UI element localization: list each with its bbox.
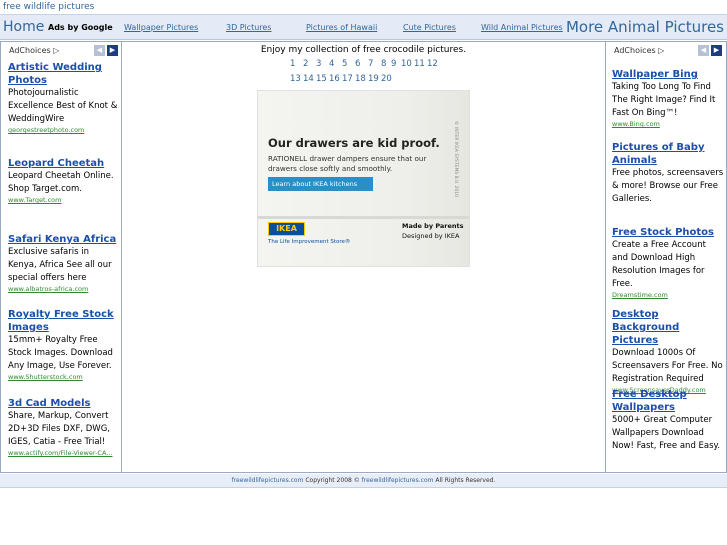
page-link[interactable]: 10 (401, 59, 412, 69)
ad-title-link[interactable]: Pictures of Baby Animals (612, 141, 724, 167)
chevron-right-icon[interactable]: ▶ (711, 45, 722, 56)
ad-title-link[interactable]: Wallpaper Bing (612, 68, 724, 81)
ikea-banner-ad[interactable]: Our drawers are kid proof. RATIONELL dra… (257, 90, 470, 267)
footer-rights: All Rights Reserved. (433, 477, 496, 484)
chevron-left-icon[interactable]: ◀ (698, 45, 709, 56)
main-content: Enjoy my collection of free crocodile pi… (122, 41, 605, 473)
page-link[interactable]: 19 (368, 74, 379, 84)
ad-url-link[interactable]: www.Target.com (8, 196, 120, 205)
ad-title-link[interactable]: Desktop Background Pictures (612, 308, 724, 347)
ad-url-link[interactable]: georgestreetphoto.com (8, 126, 120, 135)
banner-cta-button[interactable]: Learn about IKEA kitchens (268, 177, 373, 191)
ad-unit: Wallpaper Bing Taking Too Long To Find T… (612, 68, 724, 129)
ad-description: 15mm+ Royalty Free Stock Images. Downloa… (8, 335, 113, 371)
ad-description: 5000+ Great Computer Wallpapers Download… (612, 415, 721, 451)
ad-title-link[interactable]: Artistic Wedding Photos (8, 61, 120, 87)
ad-description: Create a Free Account and Download High … (612, 240, 706, 289)
chevron-left-icon[interactable]: ◀ (94, 45, 105, 56)
banner-copyright-note: © INTER IKEA SYSTEMS B.V. 2010 (453, 121, 458, 197)
page-link[interactable]: 14 (303, 74, 314, 84)
nav-link-cute-pictures[interactable]: Cute Pictures (403, 23, 456, 32)
ad-unit: Pictures of Baby Animals Free photos, sc… (612, 141, 724, 206)
ad-unit: Desktop Background Pictures Download 100… (612, 308, 724, 395)
right-ad-column: AdChoices ▷ ◀ ▶ Wallpaper Bing Taking To… (605, 41, 727, 473)
page-link[interactable]: 12 (427, 59, 438, 69)
ad-unit: Free Stock Photos Create a Free Account … (612, 226, 724, 300)
ad-description: Free photos, screensavers & more! Browse… (612, 168, 724, 204)
nav-link-wild-animal-pictures[interactable]: Wild Animal Pictures (481, 23, 563, 32)
left-ad-column: AdChoices ▷ ◀ ▶ Artistic Wedding Photos … (0, 41, 122, 473)
page-link[interactable]: 9 (391, 59, 396, 69)
page-link[interactable]: 16 (329, 74, 340, 84)
ad-title-link[interactable]: Safari Kenya Africa (8, 233, 120, 246)
banner-divider (258, 216, 469, 219)
page-link[interactable]: 7 (368, 59, 373, 69)
ad-description: Taking Too Long To Find The Right Image?… (612, 82, 716, 118)
chevron-right-icon[interactable]: ▶ (107, 45, 118, 56)
ad-title-link[interactable]: Free Desktop Wallpapers (612, 388, 724, 414)
ad-unit: Artistic Wedding Photos Photojournalisti… (8, 61, 120, 135)
page-link[interactable]: 8 (381, 59, 386, 69)
nav-home-link[interactable]: Home (3, 19, 44, 35)
adchoices-label[interactable]: AdChoices ▷ (9, 46, 59, 55)
footer-copyright: Copyright 2008 © (303, 477, 362, 484)
banner-tagline: The Life Improvement Store® (268, 239, 351, 245)
ad-description: Share, Markup, Convert 2D+3D Files DXF, … (8, 411, 110, 447)
top-nav-bar: Home Ads by Google Wallpaper Pictures 3D… (0, 15, 727, 40)
ads-by-google-label[interactable]: Ads by Google (48, 23, 113, 32)
footer: freewildlifepictures.com Copyright 2008 … (0, 474, 727, 488)
page-link[interactable]: 1 (290, 59, 295, 69)
ad-url-link[interactable]: www.Bing.com (612, 120, 724, 129)
ikea-logo: IKEA (268, 222, 305, 236)
ad-description: Photojournalistic Excellence Best of Kno… (8, 88, 118, 124)
ad-unit: 3d Cad Models Share, Markup, Convert 2D+… (8, 397, 120, 458)
ad-unit: Free Desktop Wallpapers 5000+ Great Comp… (612, 388, 724, 453)
banner-designed-by: Designed by IKEA (402, 232, 460, 240)
ad-description: Leopard Cheetah Online. Shop Target.com. (8, 171, 114, 194)
page-link[interactable]: 20 (381, 74, 392, 84)
ad-url-link[interactable]: Dreamstime.com (612, 291, 724, 300)
page-link[interactable]: 17 (342, 74, 353, 84)
banner-body: RATIONELL drawer dampers ensure that our… (268, 154, 427, 173)
nav-link-3d-pictures[interactable]: 3D Pictures (226, 23, 271, 32)
ad-title-link[interactable]: Leopard Cheetah (8, 157, 120, 170)
banner-headline: Our drawers are kid proof. (268, 136, 440, 150)
ad-description: Exclusive safaris in Kenya, Africa See a… (8, 247, 112, 283)
footer-site-link[interactable]: freewildlifepictures.com (232, 477, 304, 484)
page-link[interactable]: 15 (316, 74, 327, 84)
page-link[interactable]: 18 (355, 74, 366, 84)
site-title: free wildlife pictures (3, 2, 95, 12)
footer-site-link[interactable]: freewildlifepictures.com (362, 477, 434, 484)
nav-link-wallpaper-pictures[interactable]: Wallpaper Pictures (124, 23, 198, 32)
page-link[interactable]: 11 (414, 59, 425, 69)
ad-unit: Safari Kenya Africa Exclusive safaris in… (8, 233, 120, 294)
ad-description: Download 1000s Of Screensavers For Free.… (612, 348, 723, 384)
page-link[interactable]: 3 (316, 59, 321, 69)
ad-title-link[interactable]: Royalty Free Stock Images (8, 308, 120, 334)
page-link[interactable]: 6 (355, 59, 360, 69)
ad-unit: Royalty Free Stock Images 15mm+ Royalty … (8, 308, 120, 382)
nav-link-pictures-of-hawaii[interactable]: Pictures of Hawaii (306, 23, 377, 32)
page-link[interactable]: 5 (342, 59, 347, 69)
ad-title-link[interactable]: Free Stock Photos (612, 226, 724, 239)
ad-url-link[interactable]: www.Shutterstock.com (8, 373, 120, 382)
page-link[interactable]: 4 (329, 59, 334, 69)
ad-url-link[interactable]: www.albatros-africa.com (8, 285, 120, 294)
ad-url-link[interactable]: www.actify.com/File-Viewer-CA... (8, 449, 120, 458)
nav-more-animal-pictures-link[interactable]: More Animal Pictures (566, 18, 724, 36)
adchoices-label[interactable]: AdChoices ▷ (614, 46, 664, 55)
banner-made-by: Made by Parents (402, 222, 464, 230)
page-link[interactable]: 2 (303, 59, 308, 69)
page-link[interactable]: 13 (290, 74, 301, 84)
ad-unit: Leopard Cheetah Leopard Cheetah Online. … (8, 157, 120, 205)
intro-text: Enjoy my collection of free crocodile pi… (260, 45, 467, 55)
ad-title-link[interactable]: 3d Cad Models (8, 397, 120, 410)
footer-text: freewildlifepictures.com Copyright 2008 … (0, 477, 727, 484)
